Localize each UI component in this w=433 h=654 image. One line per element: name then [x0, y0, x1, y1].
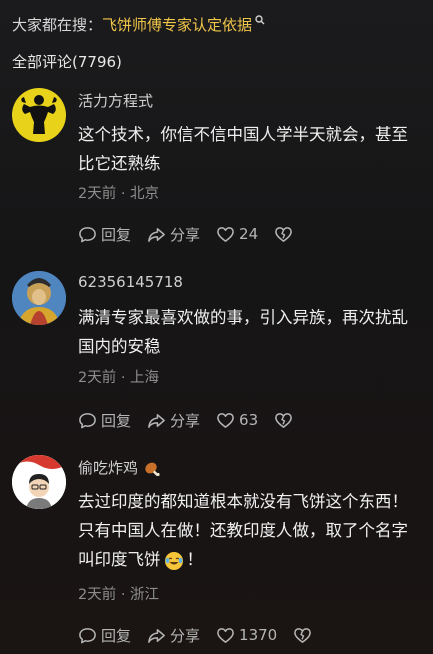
reply-button[interactable]: 回复 [78, 410, 131, 431]
comment-item: 偷吃炸鸡 去过印度的都知道根本就没有飞饼这个东西！只有中国人在做！还教印度人做，… [0, 455, 433, 654]
like-button[interactable]: 1370 [216, 626, 277, 645]
heart-icon [217, 627, 234, 643]
share-button[interactable]: 分享 [147, 224, 200, 245]
share-label: 分享 [170, 225, 201, 244]
like-button[interactable]: 24 [216, 225, 258, 244]
comment-text-end: ！ [186, 550, 204, 569]
avatar[interactable] [12, 271, 66, 325]
dislike-button[interactable] [274, 411, 297, 430]
username[interactable]: 62356145718 [78, 273, 183, 291]
heart-icon [217, 226, 234, 242]
share-label: 分享 [170, 626, 201, 645]
reply-label: 回复 [101, 411, 132, 430]
comment-actions: 回复 分享 1370 [78, 624, 332, 646]
broken-heart-icon [275, 226, 292, 242]
drumstick-icon [145, 462, 160, 476]
buddha-avatar-image [12, 271, 66, 325]
comment-item: 62356145718 满清专家最喜欢做的事，引入异族，再次扰乱国内的安稳 2天… [0, 271, 433, 441]
broken-heart-icon [275, 412, 292, 428]
reply-icon [79, 226, 96, 242]
share-icon [148, 628, 165, 643]
dislike-button[interactable] [274, 225, 297, 244]
share-button[interactable]: 分享 [147, 410, 200, 431]
like-count: 63 [239, 411, 259, 429]
bodybuilder-avatar-image [21, 95, 57, 134]
username[interactable]: 活力方程式 [78, 90, 153, 111]
comment-count-title: 全部评论(7796) [12, 53, 122, 71]
search-suggestion-prefix: 大家都在搜： [12, 15, 103, 34]
broken-heart-icon [294, 627, 312, 643]
share-button[interactable]: 分享 [147, 625, 200, 646]
comment-text: 这个技术，你信不信中国人学半天就会，甚至比它还熟练 [78, 125, 408, 173]
share-icon [148, 227, 165, 242]
username[interactable]: 偷吃炸鸡 [78, 457, 161, 478]
share-icon [148, 413, 165, 428]
cartoon-avatar-image [12, 455, 66, 509]
comment-meta: 2天前 · 北京 [78, 186, 160, 202]
reply-icon [79, 412, 96, 428]
comment-item: 活力方程式 这个技术，你信不信中国人学半天就会，甚至比它还熟练 2天前 · 北京… [0, 88, 433, 258]
dislike-button[interactable] [293, 626, 316, 645]
comment-text-body: 去过印度的都知道根本就没有飞饼这个东西！只有中国人在做！还教印度人做，取了个名字… [78, 492, 408, 569]
comment-meta: 2天前 · 浙江 [78, 587, 160, 603]
reply-icon [79, 627, 96, 643]
reply-label: 回复 [101, 626, 132, 645]
heart-icon [217, 412, 234, 428]
like-count: 1370 [239, 626, 278, 644]
reply-label: 回复 [101, 225, 132, 244]
share-label: 分享 [170, 411, 201, 430]
username-text: 偷吃炸鸡 [78, 459, 139, 477]
avatar[interactable] [12, 455, 66, 509]
search-suggestion[interactable]: 大家都在搜： 飞饼师傅专家认定依据 [12, 14, 265, 34]
like-count: 24 [239, 225, 259, 243]
comment-actions: 回复 分享 63 [78, 409, 313, 431]
reply-button[interactable]: 回复 [78, 224, 131, 245]
comment-text: 去过印度的都知道根本就没有飞饼这个东西！只有中国人在做！还教印度人做，取了个名字… [78, 487, 418, 574]
laughing-crying-icon [164, 551, 183, 570]
comment-text: 满清专家最喜欢做的事，引入异族，再次扰乱国内的安稳 [78, 308, 408, 356]
search-icon [255, 15, 265, 25]
like-button[interactable]: 63 [216, 411, 258, 430]
avatar[interactable] [12, 88, 66, 142]
reply-button[interactable]: 回复 [78, 625, 131, 646]
comment-meta: 2天前 · 上海 [78, 370, 160, 386]
search-suggestion-keyword[interactable]: 飞饼师傅专家认定依据 [102, 14, 252, 35]
comment-actions: 回复 分享 24 [78, 223, 313, 245]
